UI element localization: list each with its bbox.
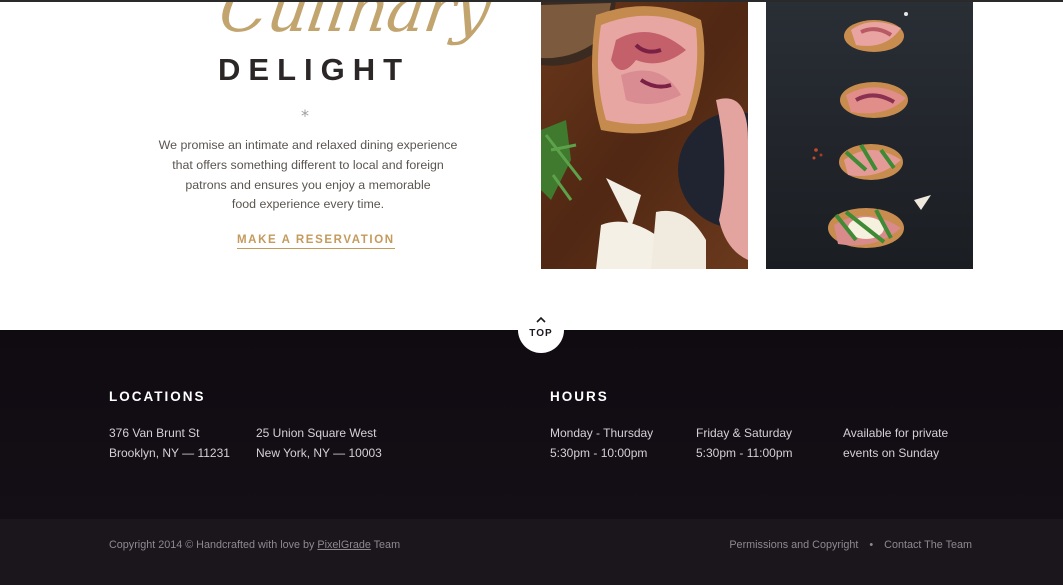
copyright-text: Copyright 2014 © Handcrafted with love b… <box>109 539 400 551</box>
contact-link[interactable]: Contact The Team <box>884 539 972 551</box>
prosciutto-board-illustration <box>541 0 748 269</box>
asterisk-separator: * <box>301 106 309 125</box>
back-to-top-label: TOP <box>529 328 553 339</box>
hours-days: Friday & Saturday <box>696 426 793 440</box>
hero-section: Culinary DELIGHT * We promise an intimat… <box>0 0 1063 330</box>
location-city: New York, NY — 10003 <box>256 445 382 460</box>
intro-paragraph: We promise an intimate and relaxed dinin… <box>158 136 458 215</box>
page-title: DELIGHT <box>218 52 411 87</box>
copyright-suffix: Team <box>373 539 401 551</box>
locations-heading: LOCATIONS <box>109 389 206 404</box>
hours-days: Monday - Thursday <box>550 426 654 440</box>
intro-line: patrons and ensures you enjoy a memorabl… <box>185 177 431 192</box>
copyright-prefix: Copyright 2014 © Handcrafted with love b… <box>109 539 315 551</box>
permissions-link[interactable]: Permissions and Copyright <box>729 539 858 551</box>
location-brooklyn: 376 Van Brunt St Brooklyn, NY — 11231 <box>109 424 230 463</box>
hours-heading: HOURS <box>550 389 609 404</box>
hours-times: 5:30pm - 10:00pm <box>550 445 648 460</box>
intro-line: that offers something different to local… <box>172 157 444 172</box>
hours-private-events: Available for private events on Sunday <box>843 424 948 463</box>
location-address: 376 Van Brunt St <box>109 426 200 440</box>
script-title: Culinary <box>214 0 495 47</box>
pixelgrade-link[interactable]: PixelGrade <box>317 539 370 551</box>
sub-footer <box>0 519 1063 585</box>
hours-note: events on Sunday <box>843 445 940 460</box>
link-separator: • <box>869 539 874 551</box>
location-address: 25 Union Square West <box>256 426 377 440</box>
intro-line: We promise an intimate and relaxed dinin… <box>158 138 458 152</box>
chevron-up-icon <box>536 316 546 323</box>
top-edge-divider <box>0 0 1063 2</box>
hours-note: Available for private <box>843 426 949 440</box>
hours-times: 5:30pm - 11:00pm <box>696 445 793 460</box>
hours-weekend: Friday & Saturday 5:30pm - 11:00pm <box>696 424 793 463</box>
site-footer: LOCATIONS 376 Van Brunt St Brooklyn, NY … <box>0 330 1063 519</box>
footer-links: Permissions and Copyright • Contact The … <box>729 539 972 551</box>
location-new-york: 25 Union Square West New York, NY — 1000… <box>256 424 382 463</box>
crostini-slate-illustration <box>766 0 973 269</box>
food-photo-crostini <box>766 0 973 269</box>
food-photo-prosciutto <box>541 0 748 269</box>
intro-line: food experience every time. <box>231 197 385 212</box>
hours-weekdays: Monday - Thursday 5:30pm - 10:00pm <box>550 424 653 463</box>
location-city: Brooklyn, NY — 11231 <box>109 445 230 460</box>
back-to-top-button[interactable]: TOP <box>518 307 564 353</box>
make-reservation-link[interactable]: MAKE A RESERVATION <box>237 234 395 249</box>
